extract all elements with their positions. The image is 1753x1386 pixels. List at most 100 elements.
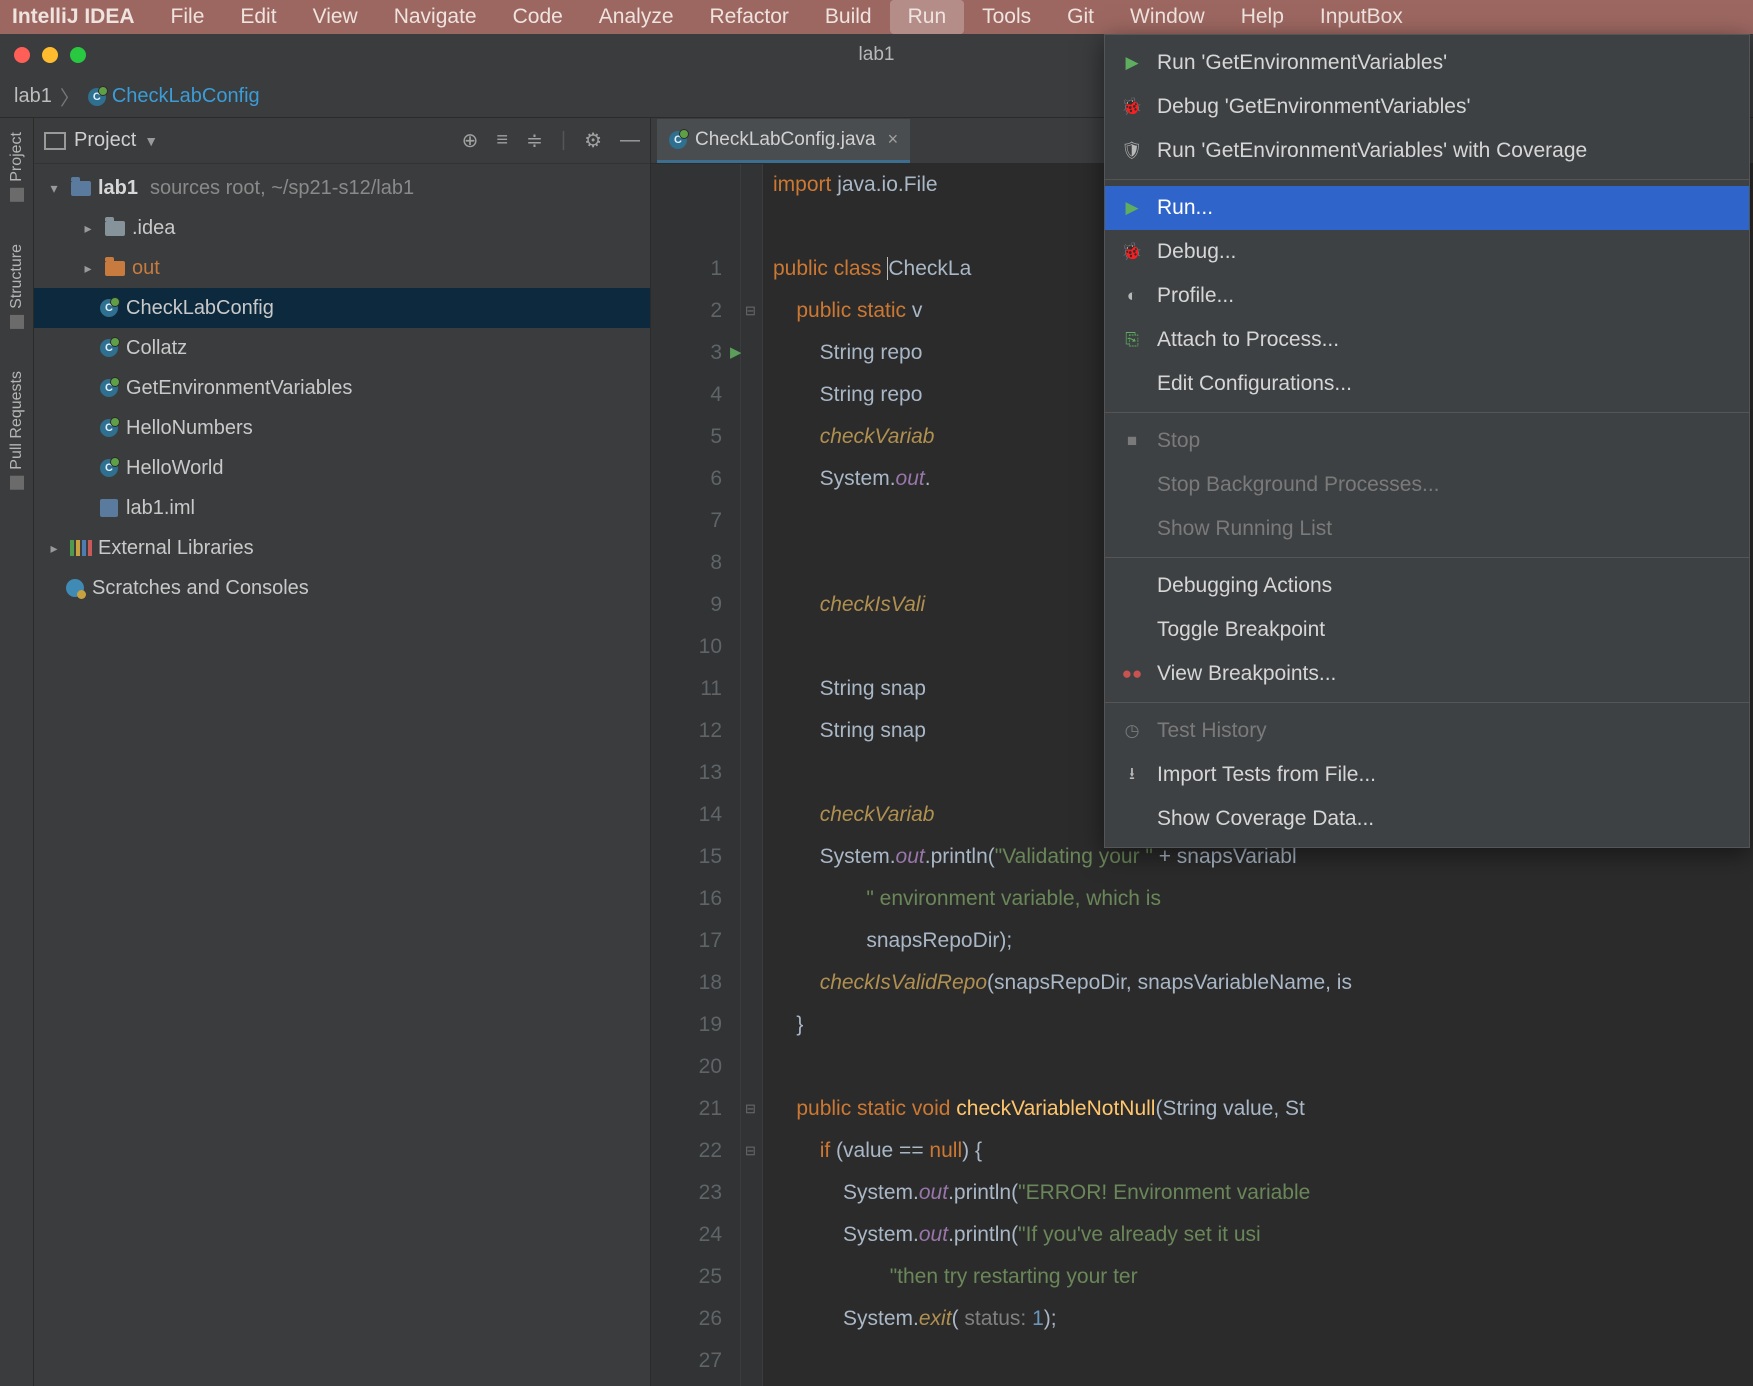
- menu-edit[interactable]: Edit: [222, 0, 294, 34]
- tool-tab-structure[interactable]: Structure: [6, 238, 28, 335]
- menu-item-view-bp[interactable]: ●●View Breakpoints...: [1105, 652, 1749, 696]
- tree-node-iml[interactable]: lab1.iml: [34, 488, 650, 528]
- menu-item-run-named[interactable]: ▶Run 'GetEnvironmentVariables': [1105, 41, 1749, 85]
- menu-separator: [1105, 412, 1749, 413]
- module-folder-icon: [71, 181, 91, 196]
- java-class-icon: C: [88, 88, 106, 106]
- tree-node-label: lab1.iml: [126, 497, 195, 520]
- java-class-icon: C: [100, 339, 118, 357]
- project-tab-icon: [10, 188, 24, 202]
- app-name: IntelliJ IDEA: [12, 5, 135, 29]
- macos-menubar: IntelliJ IDEA File Edit View Navigate Co…: [0, 0, 1753, 34]
- tree-node-external-libs[interactable]: ▸ External Libraries: [34, 528, 650, 568]
- chevron-down-icon[interactable]: ▼: [144, 133, 158, 149]
- tree-node-checklabconfig[interactable]: C CheckLabConfig: [34, 288, 650, 328]
- java-class-icon: C: [100, 299, 118, 317]
- breakpoint-icon: ●●: [1121, 663, 1143, 685]
- java-class-icon: C: [100, 379, 118, 397]
- menu-help[interactable]: Help: [1223, 0, 1302, 34]
- tree-root-label: lab1: [98, 177, 138, 200]
- menu-item-test-history[interactable]: ◷Test History: [1105, 709, 1749, 753]
- menu-item-toggle-bp[interactable]: Toggle Breakpoint: [1105, 608, 1749, 652]
- tool-tab-project[interactable]: Project: [6, 126, 28, 208]
- menu-item-debug[interactable]: 🐞Debug...: [1105, 230, 1749, 274]
- menu-window[interactable]: Window: [1112, 0, 1223, 34]
- tree-node-label: out: [132, 257, 160, 280]
- menu-item-stop-bg[interactable]: Stop Background Processes...: [1105, 463, 1749, 507]
- locate-icon[interactable]: ⊕: [462, 128, 479, 153]
- breadcrumb-class[interactable]: C CheckLabConfig: [88, 85, 260, 108]
- menu-analyze[interactable]: Analyze: [581, 0, 692, 34]
- chevron-right-icon[interactable]: ▸: [78, 260, 98, 277]
- clock-icon: ◷: [1121, 720, 1143, 742]
- tree-root[interactable]: ▾ lab1 sources root, ~/sp21-s12/lab1: [34, 168, 650, 208]
- traffic-lights: [14, 47, 86, 63]
- fold-open-icon[interactable]: ⊟: [745, 290, 756, 332]
- project-view-icon: [44, 132, 66, 150]
- tool-tab-pull-requests[interactable]: Pull Requests: [6, 365, 28, 496]
- structure-tab-icon: [10, 315, 24, 329]
- tree-node-hellonumbers[interactable]: C HelloNumbers: [34, 408, 650, 448]
- bug-icon: 🐞: [1121, 241, 1143, 263]
- line-number-gutter: 123▶456789101112131415161718192021222324…: [651, 164, 741, 1386]
- chevron-down-icon[interactable]: ▾: [44, 180, 64, 197]
- menu-refactor[interactable]: Refactor: [692, 0, 807, 34]
- chevron-right-icon[interactable]: ▸: [44, 540, 64, 557]
- chevron-right-icon[interactable]: ▸: [78, 220, 98, 237]
- bug-icon: 🐞: [1121, 96, 1143, 118]
- expand-all-icon[interactable]: ≡: [496, 129, 508, 152]
- tree-node-scratches[interactable]: Scratches and Consoles: [34, 568, 650, 608]
- play-icon: ▶: [1121, 197, 1143, 219]
- menu-git[interactable]: Git: [1049, 0, 1112, 34]
- breadcrumb-separator: 〉: [60, 82, 80, 111]
- editor-tab[interactable]: C CheckLabConfig.java ×: [657, 119, 910, 163]
- menu-build[interactable]: Build: [807, 0, 890, 34]
- fold-open-icon[interactable]: ⊟: [745, 1088, 756, 1130]
- tree-node-collatz[interactable]: C Collatz: [34, 328, 650, 368]
- project-tree[interactable]: ▾ lab1 sources root, ~/sp21-s12/lab1 ▸ .…: [34, 164, 650, 1386]
- close-tab-icon[interactable]: ×: [888, 129, 899, 150]
- menu-item-coverage-data[interactable]: Show Coverage Data...: [1105, 797, 1749, 841]
- menu-code[interactable]: Code: [495, 0, 581, 34]
- play-icon: ▶: [1121, 52, 1143, 74]
- fold-gutter: ⊟ ⊟ ⊟: [741, 164, 763, 1386]
- breadcrumb-class-label: CheckLabConfig: [112, 85, 260, 108]
- menu-navigate[interactable]: Navigate: [376, 0, 495, 34]
- close-window-button[interactable]: [14, 47, 30, 63]
- runnable-gutter-icon[interactable]: ▶: [730, 332, 742, 374]
- menu-item-debug-named[interactable]: 🐞Debug 'GetEnvironmentVariables': [1105, 85, 1749, 129]
- menu-view[interactable]: View: [295, 0, 376, 34]
- menu-item-attach[interactable]: ⎘Attach to Process...: [1105, 318, 1749, 362]
- menu-separator: [1105, 557, 1749, 558]
- menu-item-running-list[interactable]: Show Running List: [1105, 507, 1749, 551]
- menu-item-run[interactable]: ▶Run...: [1105, 186, 1749, 230]
- collapse-all-icon[interactable]: ≑: [526, 128, 543, 153]
- tree-node-helloworld[interactable]: C HelloWorld: [34, 448, 650, 488]
- menu-item-edit-configs[interactable]: Edit Configurations...: [1105, 362, 1749, 406]
- menu-file[interactable]: File: [153, 0, 223, 34]
- menu-item-stop[interactable]: ■Stop: [1105, 419, 1749, 463]
- coverage-icon: 🛡: [1121, 140, 1143, 162]
- tree-node-label: Collatz: [126, 337, 187, 360]
- menu-item-import-tests[interactable]: ⭳Import Tests from File...: [1105, 753, 1749, 797]
- minimize-window-button[interactable]: [42, 47, 58, 63]
- menu-tools[interactable]: Tools: [964, 0, 1049, 34]
- menu-item-debug-actions[interactable]: Debugging Actions: [1105, 564, 1749, 608]
- menu-run[interactable]: Run: [890, 0, 965, 34]
- tree-node-out[interactable]: ▸ out: [34, 248, 650, 288]
- menu-item-run-coverage-named[interactable]: 🛡Run 'GetEnvironmentVariables' with Cove…: [1105, 129, 1749, 173]
- window-title: lab1: [859, 44, 895, 66]
- menu-inputbox[interactable]: InputBox: [1302, 0, 1421, 34]
- breadcrumb-project[interactable]: lab1: [14, 85, 52, 108]
- gear-icon[interactable]: ⚙: [584, 128, 602, 153]
- fold-open-icon[interactable]: ⊟: [745, 1130, 756, 1172]
- menu-item-profile[interactable]: ◐Profile...: [1105, 274, 1749, 318]
- libraries-icon: [70, 540, 92, 556]
- tree-node-idea[interactable]: ▸ .idea: [34, 208, 650, 248]
- zoom-window-button[interactable]: [70, 47, 86, 63]
- hide-icon[interactable]: —: [620, 129, 640, 152]
- tree-node-getenv[interactable]: C GetEnvironmentVariables: [34, 368, 650, 408]
- java-class-icon: C: [669, 131, 687, 149]
- project-pane-title[interactable]: Project: [74, 129, 136, 152]
- iml-file-icon: [100, 499, 118, 517]
